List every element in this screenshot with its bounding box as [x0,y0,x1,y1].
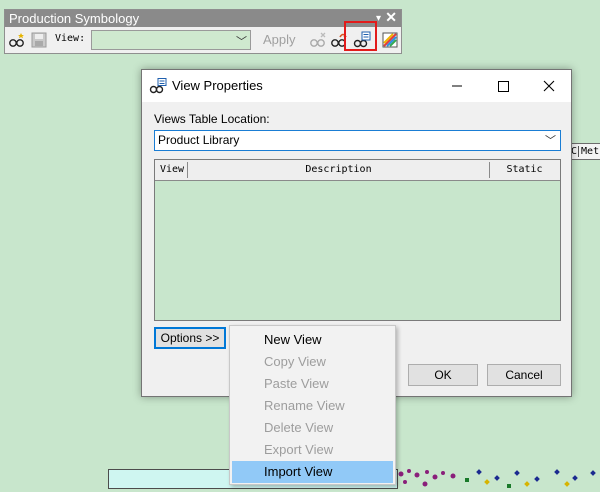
chevron-down-icon[interactable]: ﹀ [545,132,556,151]
views-table[interactable]: View Description Static [154,159,561,321]
view-label: View: [55,33,86,44]
map-symbols [398,469,596,488]
delete-view-icon[interactable] [309,31,327,49]
ok-button[interactable]: OK [408,364,478,386]
menu-item-import-view[interactable]: Import View [232,461,393,483]
view-dropdown[interactable]: ﹀ [91,30,251,50]
highlight-box [344,21,377,51]
view-properties-icon [149,78,167,94]
cancel-button[interactable]: Cancel [487,364,561,386]
close-icon[interactable] [526,70,572,102]
new-view-icon[interactable] [8,31,26,49]
options-button[interactable]: Options >> [154,327,226,349]
menu-item-rename-view[interactable]: Rename View [232,395,393,417]
column-header-static[interactable]: Static [490,162,559,178]
apply-button[interactable]: Apply [263,32,296,47]
column-header-view[interactable]: View [157,162,188,178]
background-fragment-text: Met [578,146,600,157]
maximize-icon[interactable] [480,70,526,102]
minimize-icon[interactable] [434,70,480,102]
save-view-icon[interactable] [30,31,48,49]
chevron-down-icon[interactable]: ﹀ [236,33,247,49]
views-table-location-dropdown[interactable]: Product Library ﹀ [154,130,561,151]
dialog-title: View Properties [172,78,263,93]
toolbar-titlebar[interactable]: Production Symbology ▾ ✕ [5,9,401,27]
background-toolbar-fragment: C Met [568,143,600,160]
dialog-titlebar[interactable]: View Properties [142,70,571,102]
toolbar-title: Production Symbology [9,11,140,26]
menu-item-export-view[interactable]: Export View [232,439,393,461]
menu-item-delete-view[interactable]: Delete View [232,417,393,439]
symbology-icon[interactable] [381,31,399,49]
menu-item-new-view[interactable]: New View [232,329,393,351]
menu-item-copy-view[interactable]: Copy View [232,351,393,373]
menu-item-paste-view[interactable]: Paste View [232,373,393,395]
location-value: Product Library [158,133,240,147]
toolbar-close-icon[interactable]: ✕ [385,9,397,26]
table-header: View Description Static [155,160,560,181]
options-context-menu: New View Copy View Paste View Rename Vie… [229,325,396,485]
production-symbology-toolbar: Production Symbology ▾ ✕ View: ﹀ Apply [4,9,402,54]
column-header-description[interactable]: Description [188,162,490,178]
views-table-location-label: Views Table Location: [154,112,270,126]
